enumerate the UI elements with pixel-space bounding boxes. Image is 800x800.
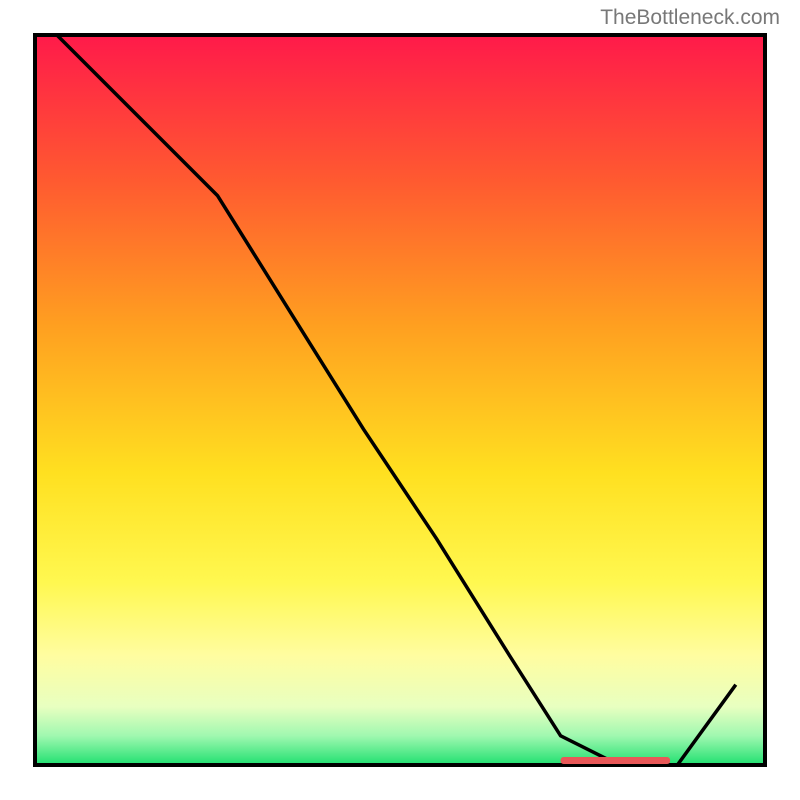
optimal-marker (561, 757, 671, 764)
chart-plot (30, 30, 770, 770)
chart-svg (30, 30, 770, 770)
watermark-text: TheBottleneck.com (600, 6, 780, 30)
gradient-background (35, 35, 765, 765)
